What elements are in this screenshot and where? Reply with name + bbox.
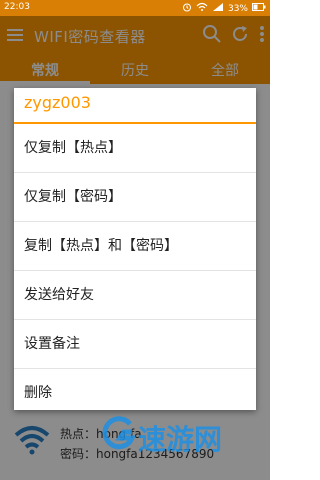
watermark-text: 速游网 (138, 423, 223, 456)
status-bar: 22:03 33% (0, 0, 270, 16)
dialog-title: zygz003 (14, 88, 256, 124)
battery-percent: 33% (227, 3, 248, 14)
set-note-item[interactable]: 设置备注 (14, 320, 256, 369)
battery-icon (252, 3, 266, 14)
signal-icon (212, 2, 224, 15)
watermark-logo-icon (100, 416, 136, 452)
watermark: 速游网 (100, 410, 270, 460)
context-menu-dialog: zygz003 仅复制【热点】 仅复制【密码】 复制【热点】和【密码】 发送给好… (14, 88, 256, 410)
wifi-status-icon (196, 2, 208, 15)
status-right: 33% (182, 2, 266, 15)
alarm-icon (182, 2, 192, 15)
send-to-friend-item[interactable]: 发送给好友 (14, 271, 256, 320)
status-time: 22:03 (4, 2, 30, 12)
copy-hotspot-only-item[interactable]: 仅复制【热点】 (14, 124, 256, 173)
copy-hotspot-and-password-item[interactable]: 复制【热点】和【密码】 (14, 222, 256, 271)
copy-password-only-item[interactable]: 仅复制【密码】 (14, 173, 256, 222)
